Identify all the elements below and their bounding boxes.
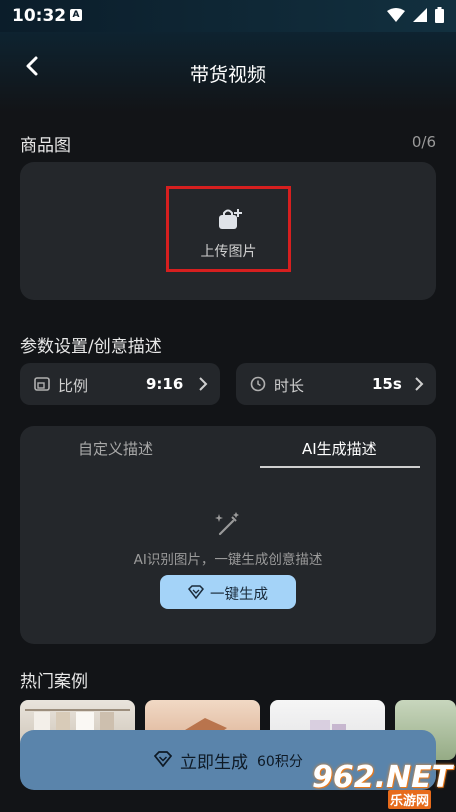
notification-a-icon: A: [70, 9, 82, 21]
page-title: 带货视频: [189, 64, 266, 86]
battery-icon: [435, 7, 444, 23]
product-section-title: 商品图: [20, 136, 71, 156]
generate-now-label: 立即生成: [180, 753, 248, 773]
diamond-icon: [188, 585, 204, 599]
upload-image-label: 上传图片: [200, 244, 257, 260]
watermark-brand: 962.NET: [312, 760, 453, 795]
tab-ai-description[interactable]: AI生成描述: [302, 438, 377, 459]
bag-upload-icon: [219, 209, 242, 229]
ratio-value: 9:16: [146, 375, 184, 393]
magic-wand-icon: [215, 512, 239, 536]
clock-icon: [250, 376, 266, 392]
cases-section-title: 热门案例: [20, 672, 88, 692]
ratio-selector[interactable]: 比例 9:16: [20, 363, 220, 405]
one-click-generate-button[interactable]: 一键生成: [160, 575, 296, 609]
signal-icon: [413, 8, 427, 22]
chevron-right-icon: [415, 377, 424, 391]
system-icons: [387, 7, 444, 23]
generate-label: 一键生成: [210, 587, 268, 603]
duration-label: 时长: [274, 377, 305, 395]
status-bar: 10:32 A: [0, 0, 456, 32]
params-section-title: 参数设置/创意描述: [20, 337, 162, 357]
ratio-label: 比例: [58, 377, 89, 395]
active-tab-indicator: [260, 466, 420, 468]
tab-custom-description[interactable]: 自定义描述: [78, 438, 153, 459]
duration-value: 15s: [372, 375, 402, 393]
ratio-icon: [34, 377, 50, 391]
points-cost: 60积分: [257, 754, 303, 770]
wifi-icon: [387, 8, 405, 22]
duration-selector[interactable]: 时长 15s: [236, 363, 436, 405]
watermark-sub: 乐游网: [388, 790, 432, 809]
description-panel: 自定义描述 AI生成描述 AI识别图片，一键生成创意描述 一键生成: [20, 426, 436, 644]
site-watermark: 962.NET 乐游网: [312, 760, 453, 809]
ai-hint-text: AI识别图片，一键生成创意描述: [133, 552, 323, 568]
status-time: 10:32: [12, 6, 67, 26]
chevron-right-icon: [199, 377, 208, 391]
upload-image-button[interactable]: 上传图片: [166, 186, 291, 272]
image-counter: 0/6: [411, 133, 436, 151]
diamond-icon: [154, 751, 172, 767]
